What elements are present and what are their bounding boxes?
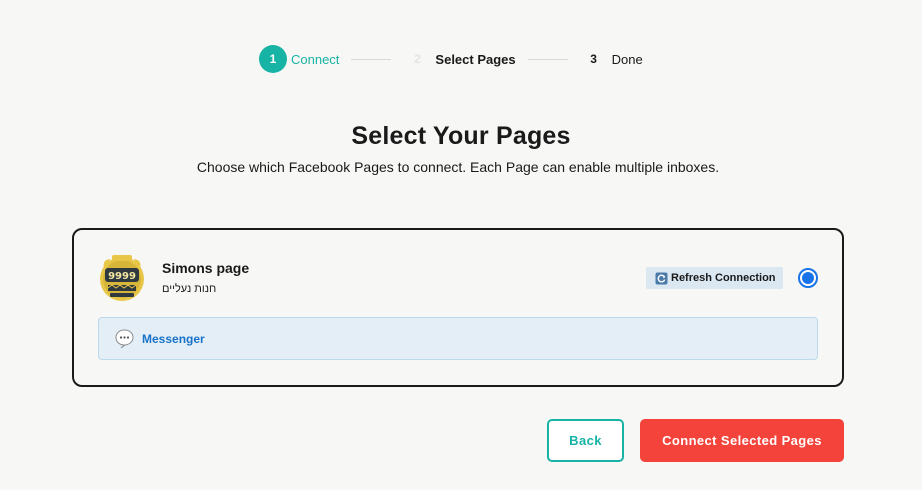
back-button[interactable]: Back [547,419,624,462]
step-divider [351,58,392,60]
inbox-label: Messenger [142,331,205,346]
connect-selected-pages-button[interactable]: Connect Selected Pages [640,419,844,462]
refresh-icon [655,272,668,285]
radio-selected-dot [802,272,814,284]
page-avatar-logo: 9999 [100,255,144,301]
step-done: 3 Done [580,45,643,73]
page-subtitle: Choose which Facebook Pages to connect. … [196,159,720,175]
page-avatar: 9999 [98,254,146,302]
step-number-1: 1 [259,45,287,73]
speech-bubble-icon [114,328,135,349]
refresh-connection-label: Refresh Connection [671,272,776,284]
inbox-messenger[interactable]: Messenger [98,317,818,360]
step-label-done: Done [611,51,643,67]
avatar-badge-text: 9999 [108,271,136,282]
stepper: 1 Connect 2 Select Pages 3 Done [259,45,643,73]
step-select-pages: 2 Select Pages [403,45,516,73]
step-label-select-pages: Select Pages [435,51,516,67]
step-number-3: 3 [590,52,597,66]
step-divider [527,58,568,60]
refresh-connection-button[interactable]: Refresh Connection [646,267,783,289]
step-connect[interactable]: 1 Connect [259,45,339,73]
page-category: חנות נעליים [162,283,217,295]
facebook-page-card[interactable]: 9999 Simons page חנות נעליים Refresh Con… [72,228,844,387]
page-select-radio[interactable] [798,268,818,288]
page-title: Select Your Pages [351,122,571,150]
step-number-2: 2 [414,52,421,66]
step-label-connect: Connect [291,51,340,67]
page-name: Simons page [162,260,250,276]
